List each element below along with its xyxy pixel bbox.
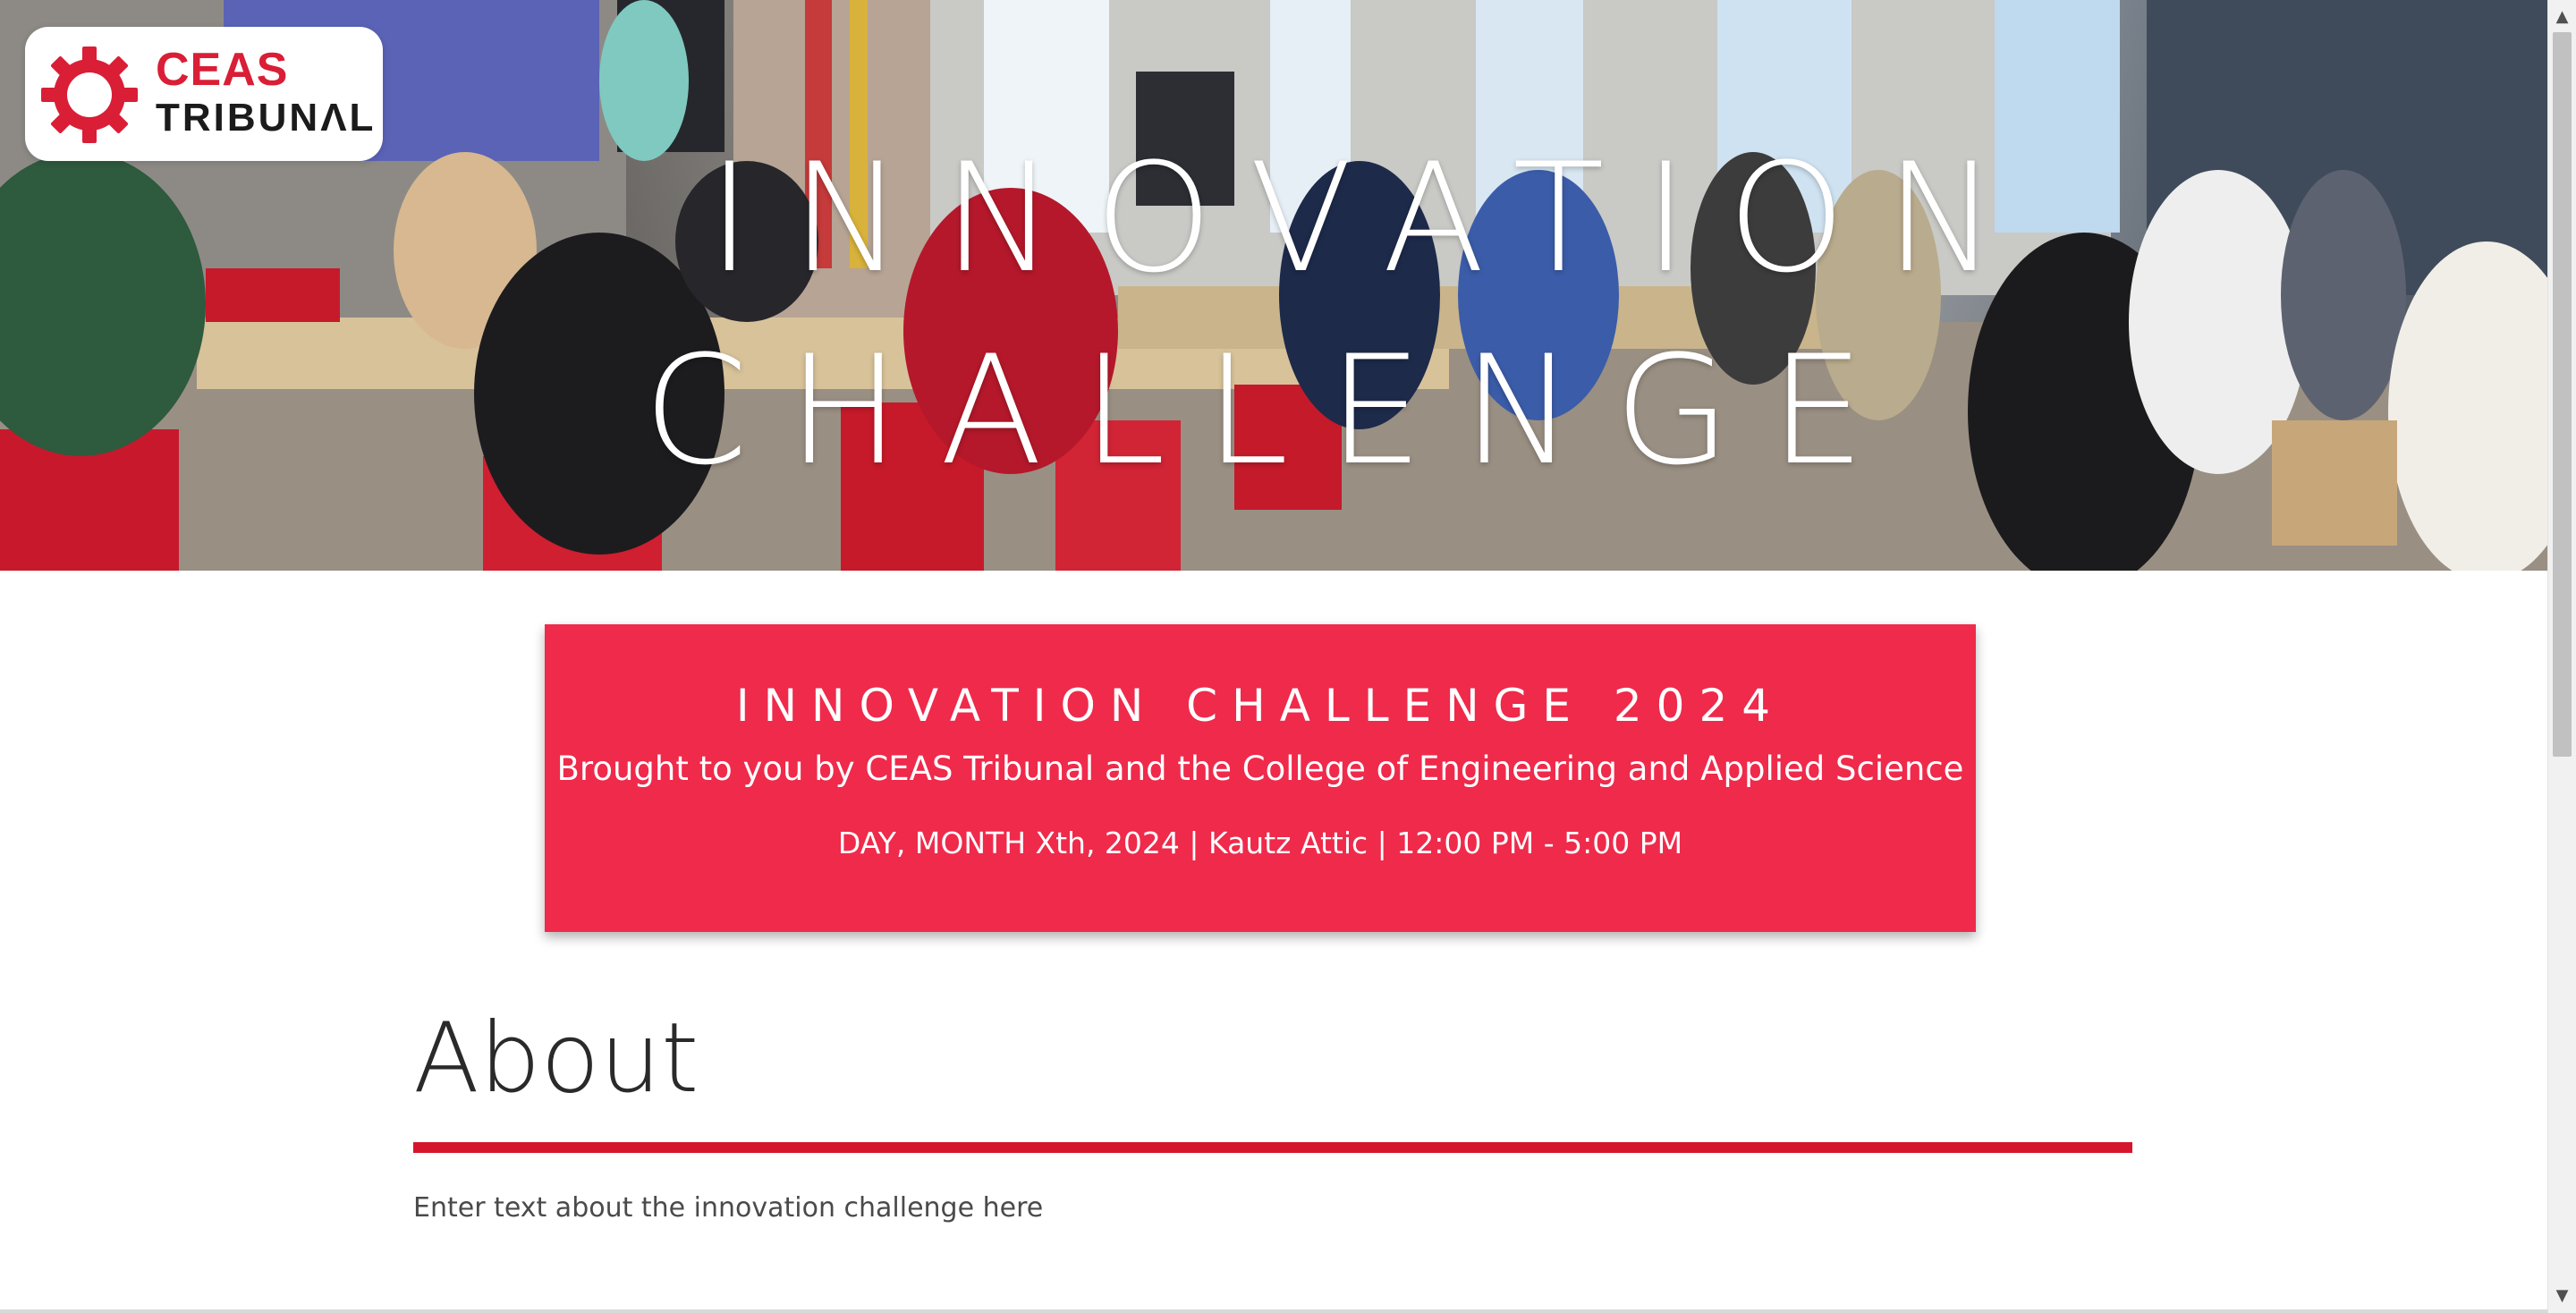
vertical-scrollbar[interactable]: ▲ ▼ xyxy=(2547,0,2576,1313)
about-heading: About xyxy=(413,1003,699,1114)
event-info-box: INNOVATION CHALLENGE 2024 Brought to you… xyxy=(545,624,1976,932)
event-title: INNOVATION CHALLENGE 2024 xyxy=(735,680,1785,732)
page: INNOVATION CHALLENGE CEAS TRIBUNΛL INNOV… xyxy=(0,0,2547,1313)
chevron-up-icon[interactable]: ▲ xyxy=(2548,4,2576,30)
chevron-down-icon[interactable]: ▼ xyxy=(2548,1283,2576,1309)
about-text: Enter text about the innovation challeng… xyxy=(413,1192,1044,1224)
hero-title-line-2: CHALLENGE xyxy=(643,323,1904,498)
logo-text-ceas: CEAS xyxy=(156,44,289,96)
event-date-location-time: DAY, MONTH Xth, 2024 | Kautz Attic | 12:… xyxy=(837,826,1683,860)
gear-icon xyxy=(41,47,138,143)
page-bottom-edge xyxy=(0,1309,2547,1313)
event-subtitle: Brought to you by CEAS Tribunal and the … xyxy=(556,750,1964,788)
about-divider xyxy=(413,1142,2132,1153)
ceas-tribunal-logo[interactable]: CEAS TRIBUNΛL xyxy=(25,27,383,161)
hero-banner: INNOVATION CHALLENGE CEAS TRIBUNΛL xyxy=(0,0,2547,571)
logo-text-tribunal: TRIBUNΛL xyxy=(156,96,377,140)
hero-title-line-1: INNOVATION xyxy=(707,131,2038,306)
scrollbar-thumb[interactable] xyxy=(2553,32,2572,757)
